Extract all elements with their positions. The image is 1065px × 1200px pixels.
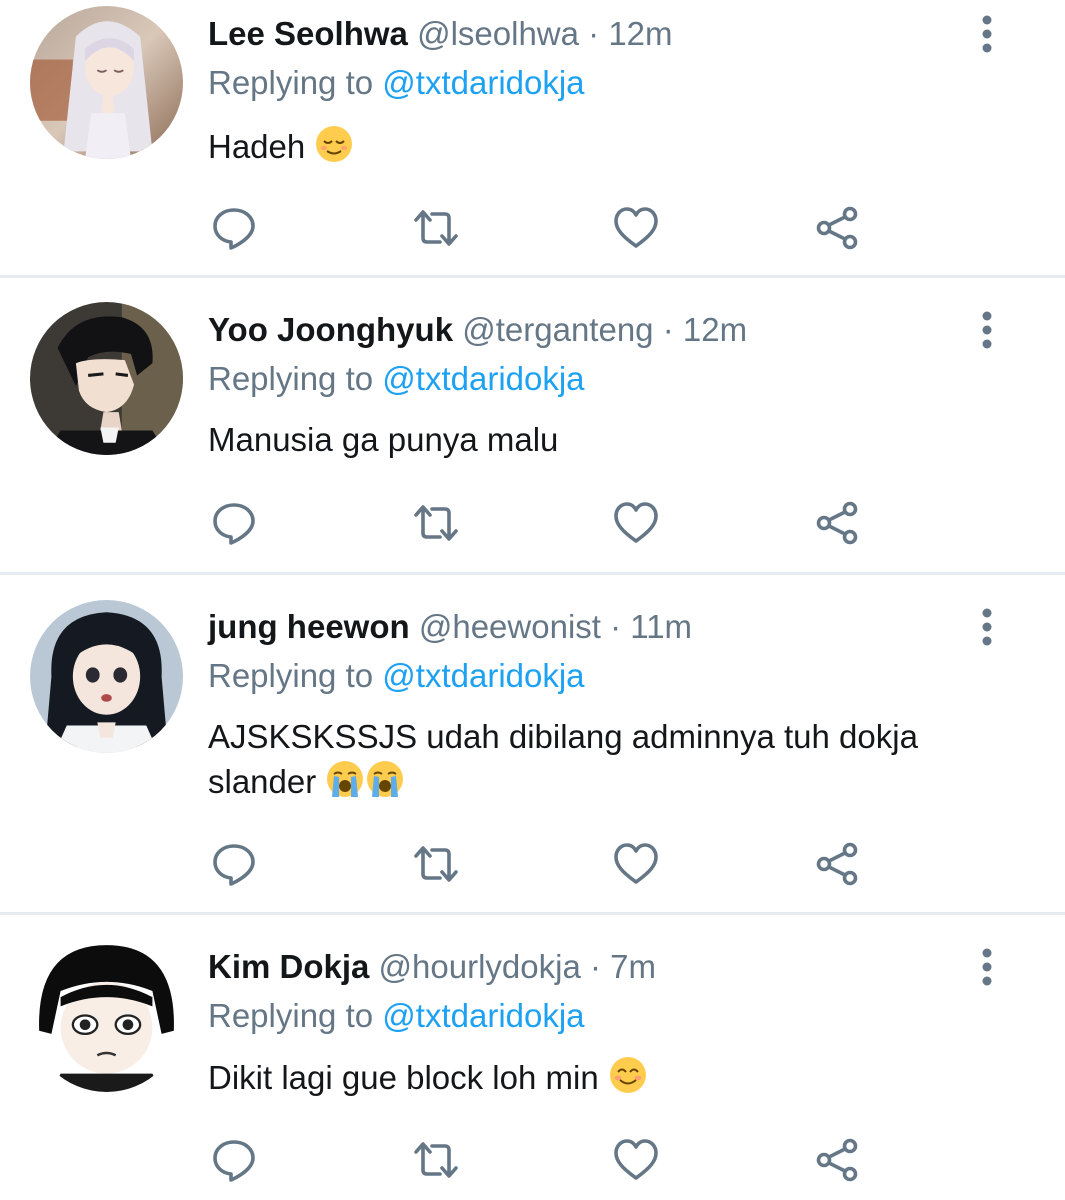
- display-name[interactable]: Yoo Joonghyuk: [208, 311, 453, 348]
- more-options-icon[interactable]: [970, 12, 1004, 56]
- replying-prefix: Replying to: [208, 997, 374, 1034]
- tweet-text-content: AJSKSKSSJS udah dibilang adminnya tuh do…: [208, 718, 918, 800]
- tweet-header: Lee Seolhwa @lseolhwa · 12m: [208, 14, 673, 54]
- avatar-image: [30, 600, 183, 753]
- share-icon[interactable]: [810, 496, 864, 550]
- loudly-crying-face-emoji: [327, 761, 364, 797]
- tweet-text: Manusia ga punya malu: [208, 418, 968, 462]
- user-handle[interactable]: @hourlydokja: [379, 948, 581, 985]
- mention-link[interactable]: @txtdaridokja: [382, 64, 584, 101]
- like-icon[interactable]: [609, 837, 663, 891]
- tweet-text: Dikit lagi gue block loh min: [208, 1055, 968, 1100]
- separator-dot: ·: [588, 15, 600, 52]
- retweet-icon[interactable]: [409, 201, 463, 255]
- tweet[interactable]: Kim Dokja @hourlydokja · 7m Replying to …: [0, 915, 1065, 1200]
- timestamp[interactable]: 11m: [630, 608, 692, 645]
- display-name[interactable]: Kim Dokja: [208, 948, 369, 985]
- replying-to-line: Replying to @txtdaridokja: [208, 656, 585, 696]
- display-name[interactable]: jung heewon: [208, 608, 410, 645]
- avatar[interactable]: [30, 600, 183, 753]
- reply-icon[interactable]: [207, 201, 261, 255]
- reply-icon[interactable]: [207, 837, 261, 891]
- share-icon[interactable]: [810, 837, 864, 891]
- retweet-icon[interactable]: [409, 837, 463, 891]
- separator-dot: ·: [590, 948, 601, 985]
- share-icon[interactable]: [810, 1133, 864, 1187]
- like-icon[interactable]: [609, 496, 663, 550]
- more-options-icon[interactable]: [970, 605, 1004, 649]
- tweet-text: AJSKSKSSJS udah dibilang adminnya tuh do…: [208, 715, 968, 804]
- replying-to-line: Replying to @txtdaridokja: [208, 63, 585, 103]
- separator-dot: ·: [662, 311, 674, 348]
- smiling-face-emoji: [609, 1057, 646, 1093]
- mention-link[interactable]: @txtdaridokja: [382, 997, 584, 1034]
- tweet[interactable]: Lee Seolhwa @lseolhwa · 12m Replying to …: [0, 0, 1065, 278]
- tweet-header: Yoo Joonghyuk @terganteng · 12m: [208, 310, 747, 350]
- tweet-text-content: Manusia ga punya malu: [208, 421, 559, 458]
- loudly-crying-face-emoji: [367, 761, 404, 797]
- avatar-image: [30, 939, 183, 1092]
- tweet-header: Kim Dokja @hourlydokja · 7m: [208, 947, 656, 987]
- user-handle[interactable]: @lseolhwa: [417, 15, 579, 52]
- reply-icon[interactable]: [207, 496, 261, 550]
- mention-link[interactable]: @txtdaridokja: [382, 657, 584, 694]
- tweet[interactable]: jung heewon @heewonist · 11m Replying to…: [0, 575, 1065, 915]
- more-options-icon[interactable]: [970, 945, 1004, 989]
- like-icon[interactable]: [609, 201, 663, 255]
- timestamp[interactable]: 12m: [608, 15, 672, 52]
- tweet-text: Hadeh: [208, 124, 968, 169]
- tweet-text-content: Hadeh: [208, 128, 306, 165]
- avatar-image: [30, 302, 183, 455]
- avatar[interactable]: [30, 302, 183, 455]
- user-handle[interactable]: @terganteng: [462, 311, 653, 348]
- replying-to-line: Replying to @txtdaridokja: [208, 359, 585, 399]
- tweet-text-content: Dikit lagi gue block loh min: [208, 1059, 599, 1096]
- timestamp[interactable]: 7m: [610, 948, 656, 985]
- tweet-header: jung heewon @heewonist · 11m: [208, 607, 692, 647]
- like-icon[interactable]: [609, 1133, 663, 1187]
- retweet-icon[interactable]: [409, 1133, 463, 1187]
- avatar[interactable]: [30, 6, 183, 159]
- separator-dot: ·: [610, 608, 622, 645]
- replying-prefix: Replying to: [208, 64, 374, 101]
- display-name[interactable]: Lee Seolhwa: [208, 15, 408, 52]
- user-handle[interactable]: @heewonist: [419, 608, 601, 645]
- replying-prefix: Replying to: [208, 657, 374, 694]
- retweet-icon[interactable]: [409, 496, 463, 550]
- replying-to-line: Replying to @txtdaridokja: [208, 996, 585, 1036]
- timestamp[interactable]: 12m: [683, 311, 747, 348]
- more-options-icon[interactable]: [970, 308, 1004, 352]
- avatar-image: [30, 6, 183, 159]
- reply-icon[interactable]: [207, 1133, 261, 1187]
- replying-prefix: Replying to: [208, 360, 374, 397]
- tweet[interactable]: Yoo Joonghyuk @terganteng · 12m Replying…: [0, 278, 1065, 575]
- relieved-face-emoji: [316, 126, 353, 162]
- share-icon[interactable]: [810, 201, 864, 255]
- mention-link[interactable]: @txtdaridokja: [382, 360, 584, 397]
- avatar[interactable]: [30, 939, 183, 1092]
